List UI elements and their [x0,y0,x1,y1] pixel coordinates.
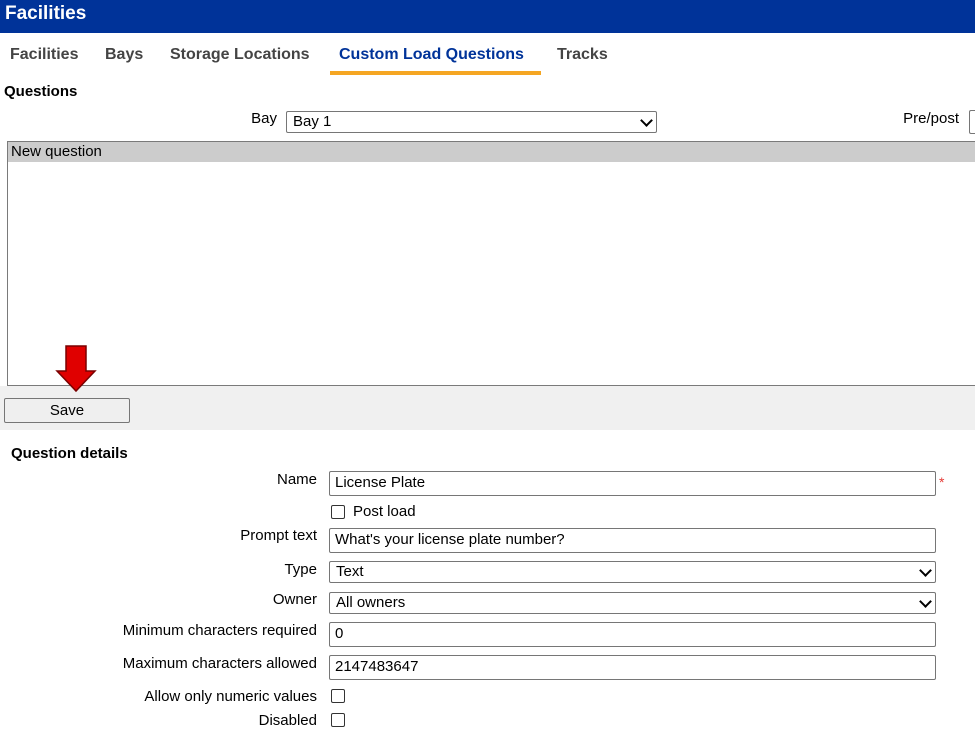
prepost-label: Pre/post [903,110,959,127]
active-tab-indicator [330,71,541,75]
owner-select[interactable]: All owners [329,592,936,614]
bay-select[interactable]: Bay 1 [286,111,657,133]
save-toolbar [0,386,975,430]
chevron-down-icon [919,595,932,608]
chevron-down-icon [919,564,932,577]
tab-tracks[interactable]: Tracks [557,46,608,64]
disabled-label: Disabled [258,712,317,729]
min-chars-input[interactable]: 0 [329,622,936,647]
disabled-checkbox[interactable] [331,713,345,727]
numeric-only-checkbox[interactable] [331,689,345,703]
prompt-text-label: Prompt text [240,527,317,544]
required-indicator: * [939,474,945,490]
questions-heading: Questions [4,83,78,100]
tab-storage-locations[interactable]: Storage Locations [170,46,310,64]
tab-custom-load-questions[interactable]: Custom Load Questions [339,46,524,64]
prompt-text-input[interactable]: What's your license plate number? [329,528,936,553]
questions-list[interactable]: New question [7,141,975,386]
max-chars-label: Maximum characters allowed [122,655,317,672]
save-button[interactable]: Save [4,398,130,423]
red-down-arrow-icon [55,345,97,393]
type-label: Type [284,561,317,578]
type-select[interactable]: Text [329,561,936,583]
list-item[interactable]: New question [8,142,975,162]
chevron-down-icon [640,114,653,127]
app-header: Facilities [0,0,975,33]
app-title: Facilities [5,3,87,24]
numeric-only-label: Allow only numeric values [144,688,317,705]
name-input[interactable]: License Plate [329,471,936,496]
post-load-label: Post load [353,503,416,520]
prepost-select[interactable] [969,110,975,134]
question-details-heading: Question details [11,445,128,462]
tab-bays[interactable]: Bays [105,46,143,64]
name-label: Name [276,471,317,488]
bay-label: Bay [251,110,277,127]
post-load-checkbox[interactable] [331,505,345,519]
owner-label: Owner [272,591,317,608]
owner-select-value: All owners [336,594,406,611]
min-chars-label: Minimum characters required [122,622,317,639]
bay-select-value: Bay 1 [293,113,332,130]
tab-facilities[interactable]: Facilities [10,46,78,64]
type-select-value: Text [336,563,364,580]
max-chars-input[interactable]: 2147483647 [329,655,936,680]
